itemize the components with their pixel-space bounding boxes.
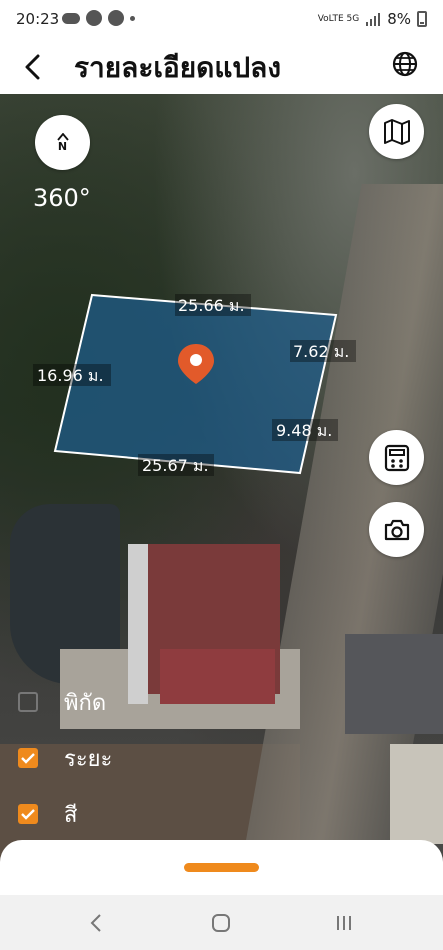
measure-right-top: 7.62 ม.: [293, 342, 349, 361]
cloud-icon: [62, 12, 80, 24]
back-button[interactable]: [16, 50, 50, 84]
measure-bottom: 25.67 ม.: [142, 456, 209, 475]
nav-back-button[interactable]: [82, 909, 110, 937]
layer-item-color[interactable]: สี: [18, 786, 112, 842]
coordinates-checkbox[interactable]: [18, 692, 38, 712]
system-nav-bar: [0, 895, 443, 950]
heading-readout: 360°: [33, 184, 91, 212]
compass-letter: N: [57, 140, 68, 153]
layer-item-coordinates[interactable]: พิกัด: [18, 674, 112, 730]
camera-icon: [384, 519, 409, 540]
nav-home-button[interactable]: [207, 909, 235, 937]
system-icons: VoLTE 5G 8%: [318, 10, 427, 28]
nav-recents-icon: [337, 916, 351, 930]
layer-label-color: สี: [64, 802, 78, 828]
calculator-icon: [384, 444, 409, 471]
compass-button[interactable]: N: [35, 115, 90, 170]
layer-toggle-list: พิกัด ระยะ สี: [18, 674, 112, 842]
layer-label-distance: ระยะ: [64, 746, 113, 772]
nav-back-icon: [90, 914, 101, 932]
layer-item-distance[interactable]: ระยะ: [18, 730, 112, 786]
more-notifications-icon: [130, 15, 135, 21]
area-calculator-button[interactable]: [369, 430, 424, 485]
line-app-icon: [86, 10, 102, 26]
network-label: VoLTE 5G: [317, 13, 360, 24]
battery-icon: [417, 11, 427, 27]
camera-button[interactable]: [369, 502, 424, 557]
language-button[interactable]: [391, 50, 423, 82]
bottom-sheet[interactable]: [0, 840, 443, 900]
globe-icon: [392, 51, 418, 77]
map-icon: [383, 118, 410, 145]
status-bar: 20:23 VoLTE 5G 8%: [0, 0, 443, 38]
chrome-icon: [108, 10, 124, 26]
layer-label-coordinates: พิกัด: [64, 690, 107, 716]
status-time: 20:23: [16, 10, 60, 28]
sheet-drag-handle[interactable]: [184, 863, 259, 872]
map-view[interactable]: 25.66 ม. 7.62 ม. 16.96 ม. 9.48 ม. 25.67 …: [0, 94, 443, 884]
notification-icons: [62, 10, 135, 26]
measure-right-bottom: 9.48 ม.: [276, 421, 332, 440]
checkmark-icon: [21, 753, 35, 764]
color-checkbox[interactable]: [18, 804, 38, 824]
distance-checkbox[interactable]: [18, 748, 38, 768]
app-bar: รายละเอียดแปลง: [0, 38, 443, 94]
battery-percent: 8%: [387, 10, 411, 28]
page-title: รายละเอียดแปลง: [74, 51, 281, 84]
nav-home-icon: [212, 914, 230, 932]
measure-top: 25.66 ม.: [178, 296, 245, 315]
map-type-button[interactable]: [369, 104, 424, 159]
signal-icon: [366, 13, 381, 26]
nav-recents-button[interactable]: [330, 909, 358, 937]
checkmark-icon: [21, 809, 35, 820]
measure-left: 16.96 ม.: [37, 366, 104, 385]
back-arrow-icon: [25, 54, 40, 80]
